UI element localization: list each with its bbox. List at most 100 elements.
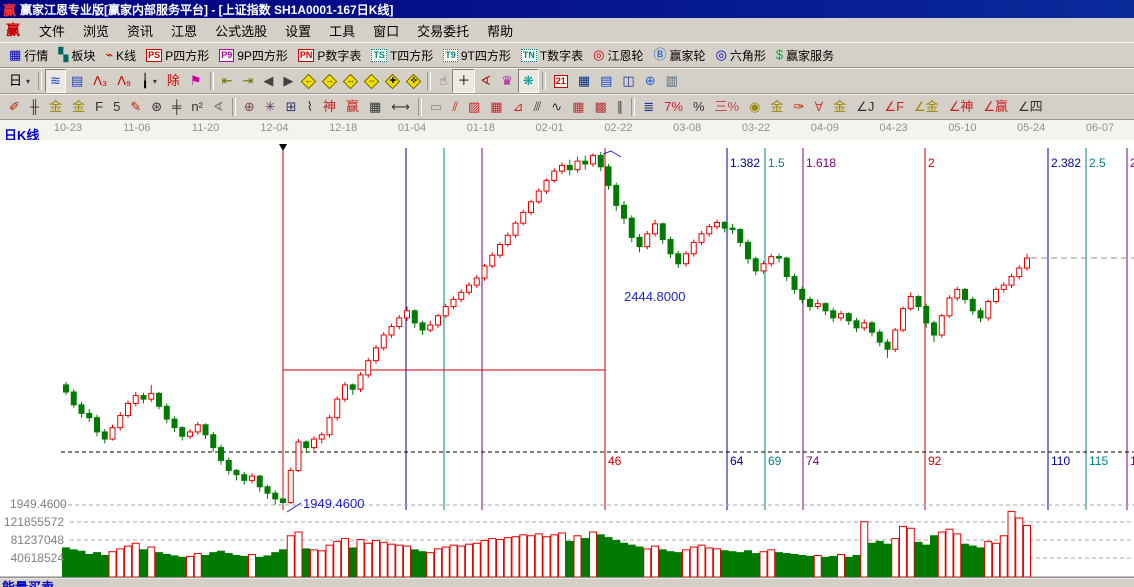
candle[interactable] [428,325,433,330]
volume-bar[interactable] [450,545,457,577]
volume-bar[interactable] [101,555,108,577]
candle[interactable] [405,311,410,318]
candle[interactable] [1017,268,1022,277]
candle[interactable] [296,442,301,471]
volume-bar[interactable] [613,540,620,577]
volume-bar[interactable] [799,555,806,577]
candle[interactable] [986,302,991,318]
menu-item-7[interactable]: 窗口 [364,19,408,42]
volume-bar[interactable] [435,549,442,577]
volume-bar[interactable] [566,541,573,577]
volume-bar[interactable] [721,551,728,577]
gold-circle-tool-button[interactable]: ◉ [744,95,765,119]
fan-grid-tool-button[interactable]: ▨ [463,95,485,119]
candle[interactable] [877,332,882,342]
candle[interactable] [676,254,681,264]
candle[interactable] [932,323,937,335]
four-angle-tool-button[interactable]: ∠四 [1013,95,1048,119]
volume-bar[interactable] [187,556,194,577]
candle[interactable] [157,393,162,406]
volume-bar[interactable] [78,551,85,577]
candle[interactable] [761,264,766,271]
volume-bar[interactable] [946,529,953,577]
menu-item-0[interactable]: 文件 [30,19,74,42]
volume-bar[interactable] [109,552,116,577]
candle[interactable] [71,392,76,405]
volume-bar[interactable] [1016,518,1023,577]
volume-bar[interactable] [915,542,922,577]
volume-bar[interactable] [117,549,124,577]
t-square-button[interactable]: TST四方形 [366,43,438,67]
candle[interactable] [110,428,115,439]
volume-bar[interactable] [923,545,930,577]
candle[interactable] [443,307,448,316]
volume-bar[interactable] [729,552,736,577]
candle[interactable] [211,435,216,448]
candle[interactable] [854,321,859,328]
volume-bar[interactable] [125,546,132,577]
calendar-button[interactable]: 21 [549,69,573,93]
9p-square-button[interactable]: P99P四方形 [214,43,293,67]
candle[interactable] [1001,285,1006,289]
volume-bar[interactable] [838,555,845,577]
volume-bar[interactable] [287,536,294,577]
next-button[interactable]: ▶ [278,69,298,93]
volume-bar[interactable] [931,536,938,577]
volume-bar[interactable] [326,545,333,577]
candle[interactable] [753,259,758,271]
chart-area[interactable]: 2444.8000 1949.4600 2030.1922 1949.4600 … [0,140,1134,577]
candle[interactable] [536,191,541,202]
candle[interactable] [792,277,797,290]
volume-bar[interactable] [202,555,209,577]
volume-bar[interactable] [264,556,271,577]
angle-fan-tool-button[interactable]: ⊿ [508,95,529,119]
volume-bar[interactable] [636,547,643,577]
volume-bar[interactable] [318,551,325,577]
web-star-tool-button[interactable]: ✳ [260,95,281,119]
parallel-tool-button[interactable]: ∥ [612,95,629,119]
candle[interactable] [637,237,642,246]
save-button[interactable]: ◫ [617,69,639,93]
quotes-button[interactable]: ▦行情 [4,43,53,67]
sectors-button[interactable]: ▚板块 [53,43,100,67]
candle[interactable] [722,222,727,228]
menu-item-4[interactable]: 公式选股 [206,19,276,42]
j-angle-tool-button[interactable]: ∠J [851,95,879,119]
volume-bar[interactable] [714,549,721,577]
candle[interactable] [389,326,394,335]
volume-bar[interactable] [380,542,387,577]
five-grid-tool-button[interactable]: 5 [108,95,125,119]
volume-bar[interactable] [675,553,682,577]
volume-bar[interactable] [404,546,411,577]
volume-bar[interactable] [481,540,488,577]
volume-bar[interactable] [210,553,217,577]
zoom-out-diamond-button[interactable]: ✚ [382,69,403,93]
candle[interactable] [668,240,673,254]
volume-bar[interactable] [497,540,504,577]
candle[interactable] [358,375,363,389]
gann-wheel-button[interactable]: ◎江恩轮 [588,43,648,67]
menu-item-5[interactable]: 设置 [276,19,320,42]
candle[interactable] [412,311,417,323]
candle[interactable] [544,180,549,191]
volume-bar[interactable] [303,549,310,577]
candle[interactable] [963,289,968,299]
volume-bar[interactable] [861,522,868,577]
volume-bar[interactable] [249,555,256,577]
volume-bar[interactable] [295,532,302,577]
volume-bar[interactable] [597,535,604,577]
gold-lines-tool-button[interactable]: 金 [765,95,788,119]
candle[interactable] [118,416,123,428]
candle[interactable] [978,311,983,318]
candle[interactable] [195,425,200,432]
print-button[interactable]: ▥ [661,69,683,93]
circle-cross-tool-button[interactable]: ⊕ [239,95,260,119]
candle[interactable] [552,171,557,180]
t-number-table-button[interactable]: TNT数字表 [516,43,588,67]
volume-bar[interactable] [520,535,527,577]
candle[interactable] [87,413,92,417]
volume-bar[interactable] [977,548,984,577]
volume-bar[interactable] [357,540,364,577]
hexagon-button[interactable]: ◎六角形 [711,43,771,67]
av-lines-tool-button[interactable]: ∀ [809,95,828,119]
